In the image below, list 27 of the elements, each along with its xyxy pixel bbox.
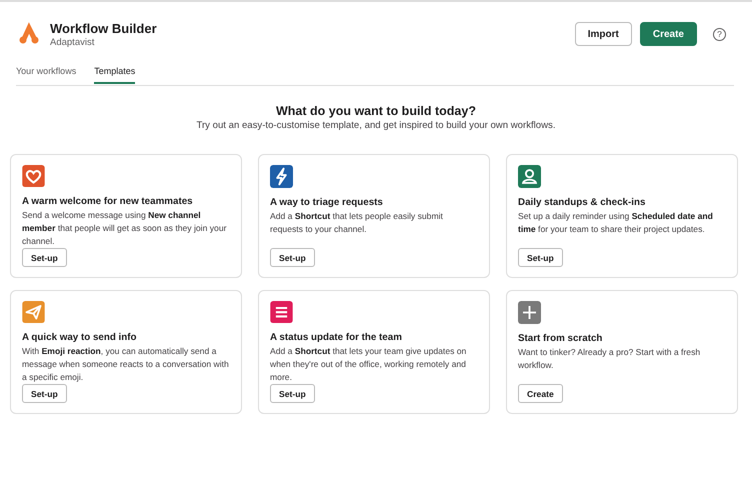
- app-title: Workflow Builder: [50, 20, 158, 36]
- setup-button[interactable]: Set-up: [518, 248, 563, 267]
- card-description: Add a Shortcut that lets your team give updates on when they're out of the office, working remotely and more.: [270, 345, 468, 384]
- tab[interactable]: Your workflows: [16, 64, 76, 84]
- setup-button[interactable]: Set-up: [270, 384, 315, 403]
- setup-button[interactable]: Set-up: [22, 248, 67, 267]
- help-icon[interactable]: ?: [713, 28, 726, 40]
- page-subheading: Try out an easy-to-customise template, and get inspired to build your own workflows.: [196, 119, 556, 132]
- card-title: Daily standups & check-ins: [518, 196, 646, 209]
- setup-button[interactable]: Set-up: [22, 384, 67, 403]
- card-title: A quick way to send info: [22, 331, 138, 344]
- card-description: Send a welcome message using New channel member that people will get as soon as they join your channel.: [22, 209, 228, 248]
- create-button[interactable]: Create: [640, 22, 697, 46]
- card-title: A way to triage requests: [270, 196, 384, 209]
- page-heading: What do you want to build today?: [276, 104, 476, 119]
- workspace-name: Adaptavist: [50, 36, 96, 48]
- create-button[interactable]: Create: [518, 384, 563, 403]
- card-description: With Emoji reaction, you can automatically send a message when someone reacts to a conversation with a specific emoji.: [22, 345, 230, 384]
- setup-button[interactable]: Set-up: [270, 248, 315, 267]
- card-description: Add a Shortcut that lets people easily submit requests to your channel.: [270, 210, 444, 236]
- card-title: A warm welcome for new teammates: [22, 195, 194, 208]
- card-title: A status update for the team: [270, 331, 403, 344]
- card-description: Set up a daily reminder using Scheduled date and time for your team to share their project updates.: [518, 210, 714, 236]
- card-title: Start from scratch: [518, 332, 604, 345]
- import-button[interactable]: Import: [574, 22, 632, 46]
- card-description: Want to tinker? Already a pro? Start with a fresh workflow.: [518, 346, 702, 372]
- tab[interactable]: Templates: [94, 64, 136, 84]
